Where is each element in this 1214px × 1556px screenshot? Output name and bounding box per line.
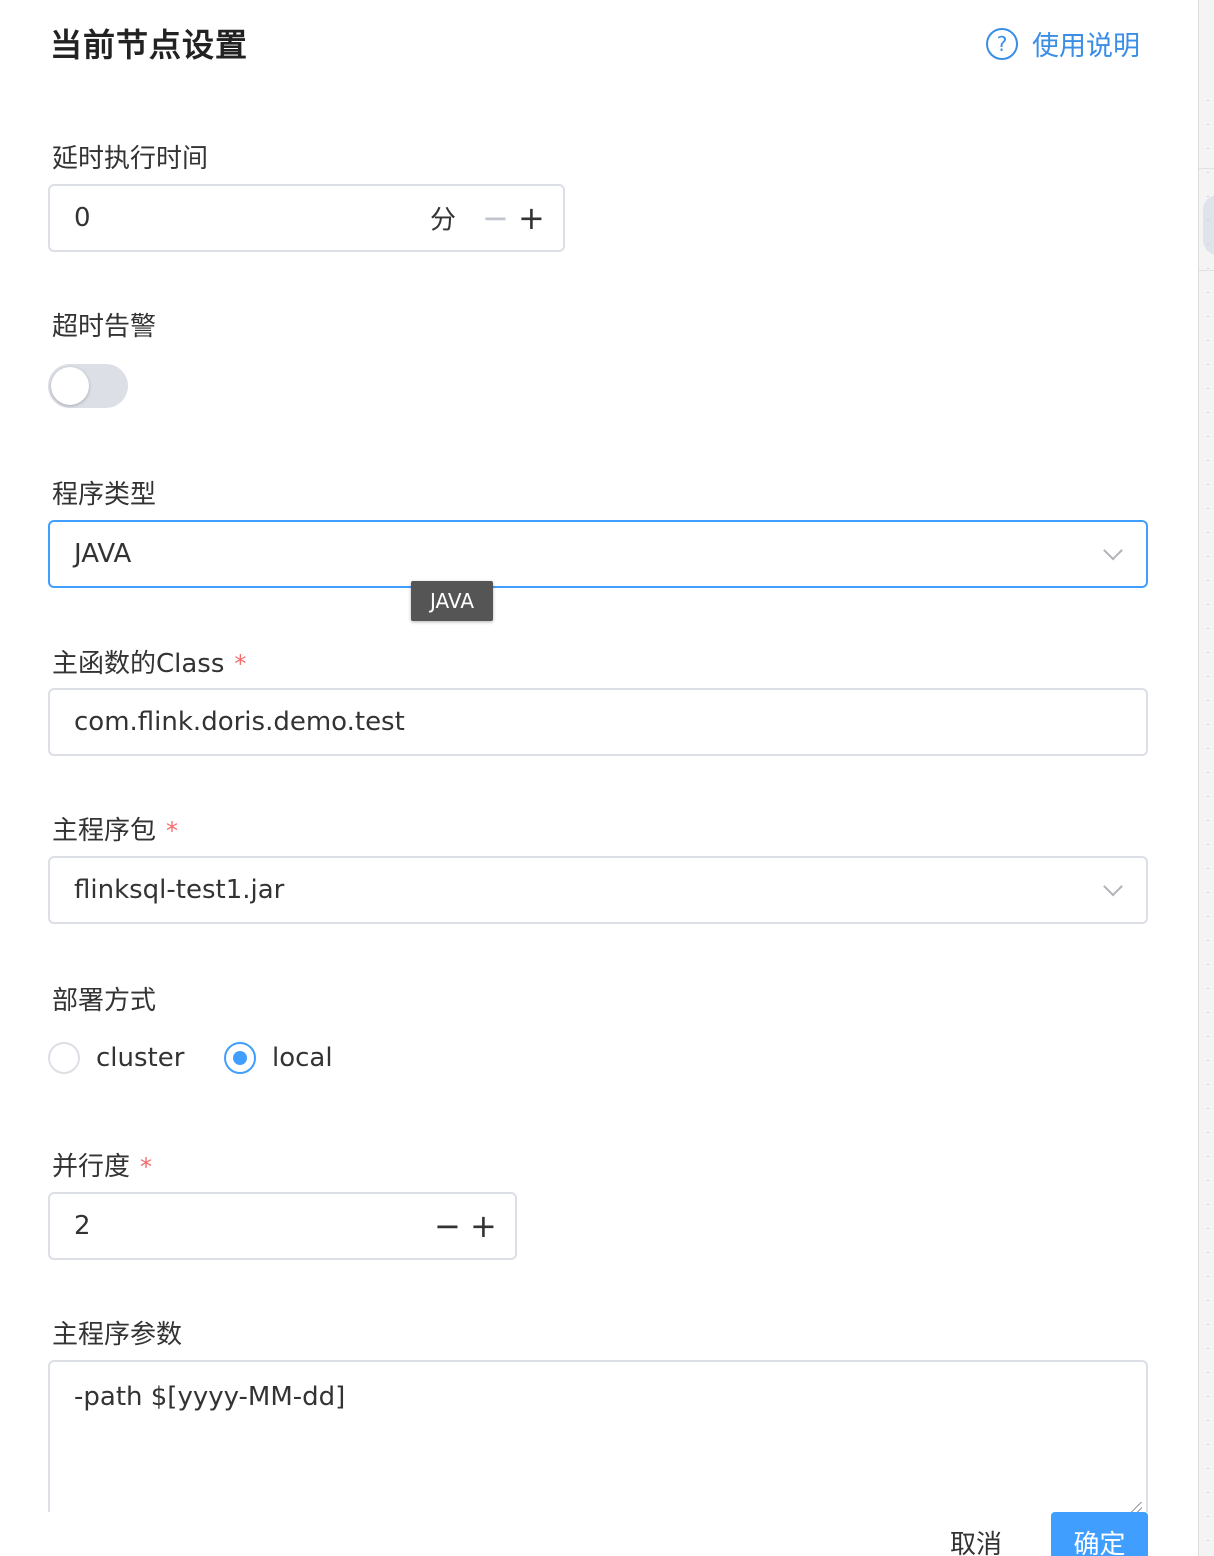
main-package-label-text: 主程序包 (52, 816, 157, 846)
required-marker: * (140, 1153, 153, 1181)
delay-increase-button[interactable]: + (518, 202, 545, 234)
parallelism-label-text: 并行度 (52, 1152, 131, 1182)
timeout-alarm-switch[interactable] (48, 364, 128, 408)
main-args-label: 主程序参数 (52, 1320, 183, 1350)
drawer-footer (0, 1512, 1198, 1556)
delay-decrease-button[interactable]: − (482, 202, 509, 234)
chevron-down-icon (1103, 876, 1123, 897)
deploy-mode-label: 部署方式 (52, 986, 157, 1016)
delay-value[interactable]: 0 (74, 203, 91, 233)
main-class-label: 主函数的Class * (52, 643, 246, 680)
required-marker: * (234, 650, 247, 678)
radio-circle[interactable] (48, 1042, 80, 1074)
program-type-tooltip: JAVA (411, 581, 493, 621)
parallelism-value[interactable]: 2 (74, 1211, 91, 1241)
chevron-down-icon (1103, 540, 1123, 561)
parallelism-decrease-button[interactable]: − (434, 1210, 461, 1242)
main-package-select[interactable]: flinksql-test1.jar (48, 856, 1148, 924)
canvas-grid-dots (1207, 100, 1209, 1556)
deploy-mode-radio-cluster[interactable]: cluster (48, 1042, 184, 1074)
delay-input-number[interactable]: 0 分 − + (48, 184, 565, 252)
node-settings-drawer: 当前节点设置 ? 使用说明 延时执行时间 0 分 − + 超时告警 程序类型 J… (0, 0, 1198, 1556)
parallelism-input-number[interactable]: 2 − + (48, 1192, 517, 1260)
main-package-value: flinksql-test1.jar (74, 875, 285, 905)
radio-label[interactable]: cluster (96, 1043, 184, 1073)
help-link[interactable]: ? 使用说明 (986, 24, 1140, 63)
main-class-value: com.flink.doris.demo.test (74, 707, 405, 737)
background-canvas-edge (1198, 0, 1214, 1556)
main-package-label: 主程序包 * (52, 810, 178, 847)
question-circle-icon: ? (986, 27, 1018, 60)
program-type-value: JAVA (74, 539, 132, 569)
parallelism-label: 并行度 * (52, 1146, 152, 1183)
radio-circle[interactable] (224, 1042, 256, 1074)
program-type-label: 程序类型 (52, 480, 157, 510)
required-marker: * (166, 817, 179, 845)
program-type-select[interactable]: JAVA (48, 520, 1148, 588)
parallelism-increase-button[interactable]: + (470, 1210, 497, 1242)
main-class-input[interactable]: com.flink.doris.demo.test (48, 688, 1148, 756)
delay-label: 延时执行时间 (52, 144, 209, 174)
timeout-alarm-label: 超时告警 (52, 312, 157, 342)
delay-unit: 分 (430, 205, 457, 236)
main-class-label-text: 主函数的Class (52, 649, 225, 679)
deploy-mode-radio-local[interactable]: local (224, 1042, 333, 1074)
radio-label[interactable]: local (272, 1043, 333, 1073)
cancel-button[interactable]: 取消 (950, 1524, 1002, 1556)
page-title: 当前节点设置 (50, 26, 249, 64)
confirm-button[interactable]: 确定 (1051, 1512, 1148, 1556)
main-args-value: -path $[yyyy-MM-dd] (74, 1382, 346, 1412)
help-link-label: 使用说明 (1032, 31, 1140, 62)
main-args-textarea[interactable]: -path $[yyyy-MM-dd] (48, 1360, 1148, 1520)
switch-thumb (51, 367, 89, 405)
